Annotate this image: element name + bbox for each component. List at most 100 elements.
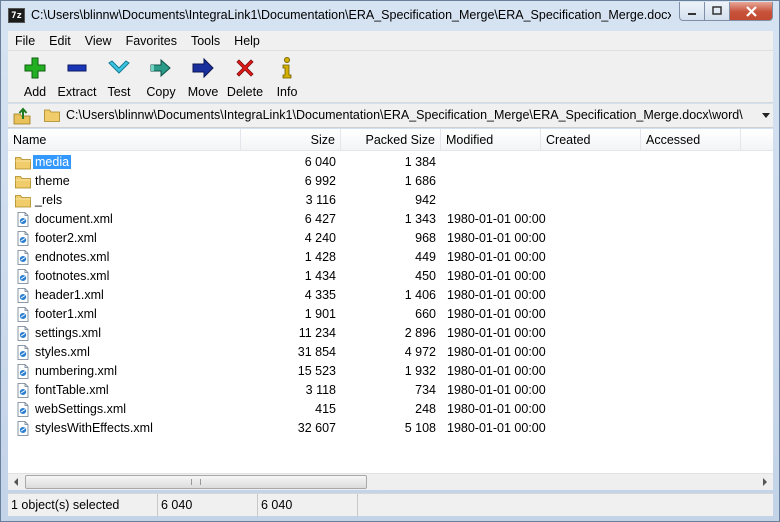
scroll-right-icon[interactable] <box>763 478 767 486</box>
address-bar: C:\Users\blinnw\Documents\IntegraLink1\D… <box>8 104 773 128</box>
folder-icon <box>15 157 31 170</box>
file-packed-size: 1 406 <box>404 288 436 302</box>
file-name: footer2.xml <box>35 231 97 245</box>
maximize-icon <box>712 6 722 15</box>
delete-label: Delete <box>226 85 264 99</box>
xml-file-icon <box>17 250 29 265</box>
table-row[interactable]: theme 6 992 1 686 <box>8 172 773 191</box>
close-icon <box>745 5 757 17</box>
table-row[interactable]: stylesWithEffects.xml 32 607 5 108 1980-01-… <box>8 419 773 438</box>
file-packed-size: 660 <box>415 307 436 321</box>
file-name: theme <box>35 174 70 188</box>
table-row[interactable]: styles.xml 31 854 4 972 1980-01-01 00:00 <box>8 343 773 362</box>
xml-file-icon <box>17 212 29 227</box>
column-created[interactable]: Created <box>541 129 641 151</box>
address-path[interactable]: C:\Users\blinnw\Documents\IntegraLink1\D… <box>66 108 756 124</box>
scroll-left-icon[interactable] <box>14 478 18 486</box>
delete-button[interactable]: Delete <box>224 51 266 101</box>
file-modified <box>447 153 547 172</box>
file-packed-size: 968 <box>415 231 436 245</box>
xml-file-icon <box>17 231 29 246</box>
menu-file[interactable]: File <box>8 31 42 51</box>
horizontal-scrollbar[interactable] <box>8 473 773 490</box>
table-row[interactable]: _rels 3 116 942 <box>8 191 773 210</box>
file-packed-size: 449 <box>415 250 436 264</box>
add-label: Add <box>23 85 47 99</box>
table-row[interactable]: webSettings.xml 415 248 1980-01-01 00:00 <box>8 400 773 419</box>
file-name: header1.xml <box>35 288 104 302</box>
file-list[interactable]: Name Size Packed Size Modified Created A… <box>8 129 773 473</box>
copy-button[interactable]: Copy <box>140 51 182 101</box>
file-packed-size: 248 <box>415 402 436 416</box>
scrollbar-thumb[interactable] <box>25 475 367 489</box>
minimize-icon <box>688 13 696 15</box>
column-accessed[interactable]: Accessed <box>641 129 741 151</box>
file-modified: 1980-01-01 00:00 <box>447 383 546 397</box>
file-size: 415 <box>315 402 336 416</box>
move-button[interactable]: Move <box>182 51 224 101</box>
table-row[interactable]: media 6 040 1 384 <box>8 153 773 172</box>
file-size: 1 901 <box>304 307 336 321</box>
file-modified: 1980-01-01 00:00 <box>447 288 546 302</box>
column-size[interactable]: Size <box>241 129 341 151</box>
test-button[interactable]: Test <box>98 51 140 101</box>
table-row[interactable]: footer1.xml 1 901 660 1980-01-01 00:00 <box>8 305 773 324</box>
file-modified <box>447 172 547 191</box>
extract-button[interactable]: Extract <box>56 51 98 101</box>
minus-icon <box>67 64 87 72</box>
menu-edit[interactable]: Edit <box>42 31 78 51</box>
file-modified: 1980-01-01 00:00 <box>447 250 546 264</box>
close-button[interactable] <box>730 2 773 21</box>
file-modified: 1980-01-01 00:00 <box>447 212 546 226</box>
file-size: 3 116 <box>305 193 336 207</box>
scrollbar-grip <box>191 479 201 485</box>
file-name: document.xml <box>35 212 113 226</box>
info-button[interactable]: Info <box>266 51 308 101</box>
menu-tools[interactable]: Tools <box>184 31 227 51</box>
app-logo-icon[interactable]: 7z <box>8 8 25 23</box>
table-row[interactable]: footnotes.xml 1 434 450 1980-01-01 00:00 <box>8 267 773 286</box>
file-name: endnotes.xml <box>35 250 110 264</box>
file-packed-size: 5 108 <box>404 421 436 435</box>
table-row[interactable]: document.xml 6 427 1 343 1980-01-01 00:00 <box>8 210 773 229</box>
maximize-button[interactable] <box>705 2 730 21</box>
address-dropdown-icon[interactable] <box>762 113 770 118</box>
add-button[interactable]: Add <box>14 51 56 101</box>
file-modified: 1980-01-01 00:00 <box>447 231 546 245</box>
status-bar: 1 object(s) selected 6 040 6 040 <box>8 493 773 517</box>
xml-file-icon <box>17 326 29 341</box>
file-packed-size: 1 384 <box>404 155 436 169</box>
app-window: 7z C:\Users\blinnw\Documents\IntegraLink… <box>0 0 780 522</box>
file-size: 11 234 <box>298 326 336 340</box>
file-size: 6 992 <box>304 174 336 188</box>
table-row[interactable]: footer2.xml 4 240 968 1980-01-01 00:00 <box>8 229 773 248</box>
title-bar[interactable]: 7z C:\Users\blinnw\Documents\IntegraLink… <box>1 1 779 31</box>
column-name[interactable]: Name <box>8 129 241 151</box>
file-name: webSettings.xml <box>35 402 127 416</box>
table-row[interactable]: endnotes.xml 1 428 449 1980-01-01 00:00 <box>8 248 773 267</box>
file-packed-size: 2 896 <box>404 326 436 340</box>
minimize-button[interactable] <box>679 2 705 21</box>
table-row[interactable]: settings.xml 11 234 2 896 1980-01-01 00:00 <box>8 324 773 343</box>
folder-icon <box>15 176 31 189</box>
file-name: numbering.xml <box>35 364 117 378</box>
xml-file-icon <box>17 269 29 284</box>
folder-up-icon[interactable] <box>13 107 31 125</box>
file-modified: 1980-01-01 00:00 <box>447 421 546 435</box>
delete-x-icon <box>236 59 254 77</box>
file-packed-size: 1 932 <box>404 364 436 378</box>
xml-file-icon <box>17 421 29 436</box>
column-modified[interactable]: Modified <box>441 129 541 151</box>
menu-favorites[interactable]: Favorites <box>119 31 184 51</box>
file-name: fontTable.xml <box>35 383 109 397</box>
file-modified: 1980-01-01 00:00 <box>447 269 546 283</box>
menu-view[interactable]: View <box>78 31 119 51</box>
column-packed-size[interactable]: Packed Size <box>341 129 441 151</box>
file-modified: 1980-01-01 00:00 <box>447 402 546 416</box>
file-size: 4 240 <box>304 231 336 245</box>
table-row[interactable]: header1.xml 4 335 1 406 1980-01-01 00:00 <box>8 286 773 305</box>
table-row[interactable]: fontTable.xml 3 118 734 1980-01-01 00:00 <box>8 381 773 400</box>
menu-help[interactable]: Help <box>227 31 267 51</box>
xml-file-icon <box>17 288 29 303</box>
table-row[interactable]: numbering.xml 15 523 1 932 1980-01-01 00:00 <box>8 362 773 381</box>
